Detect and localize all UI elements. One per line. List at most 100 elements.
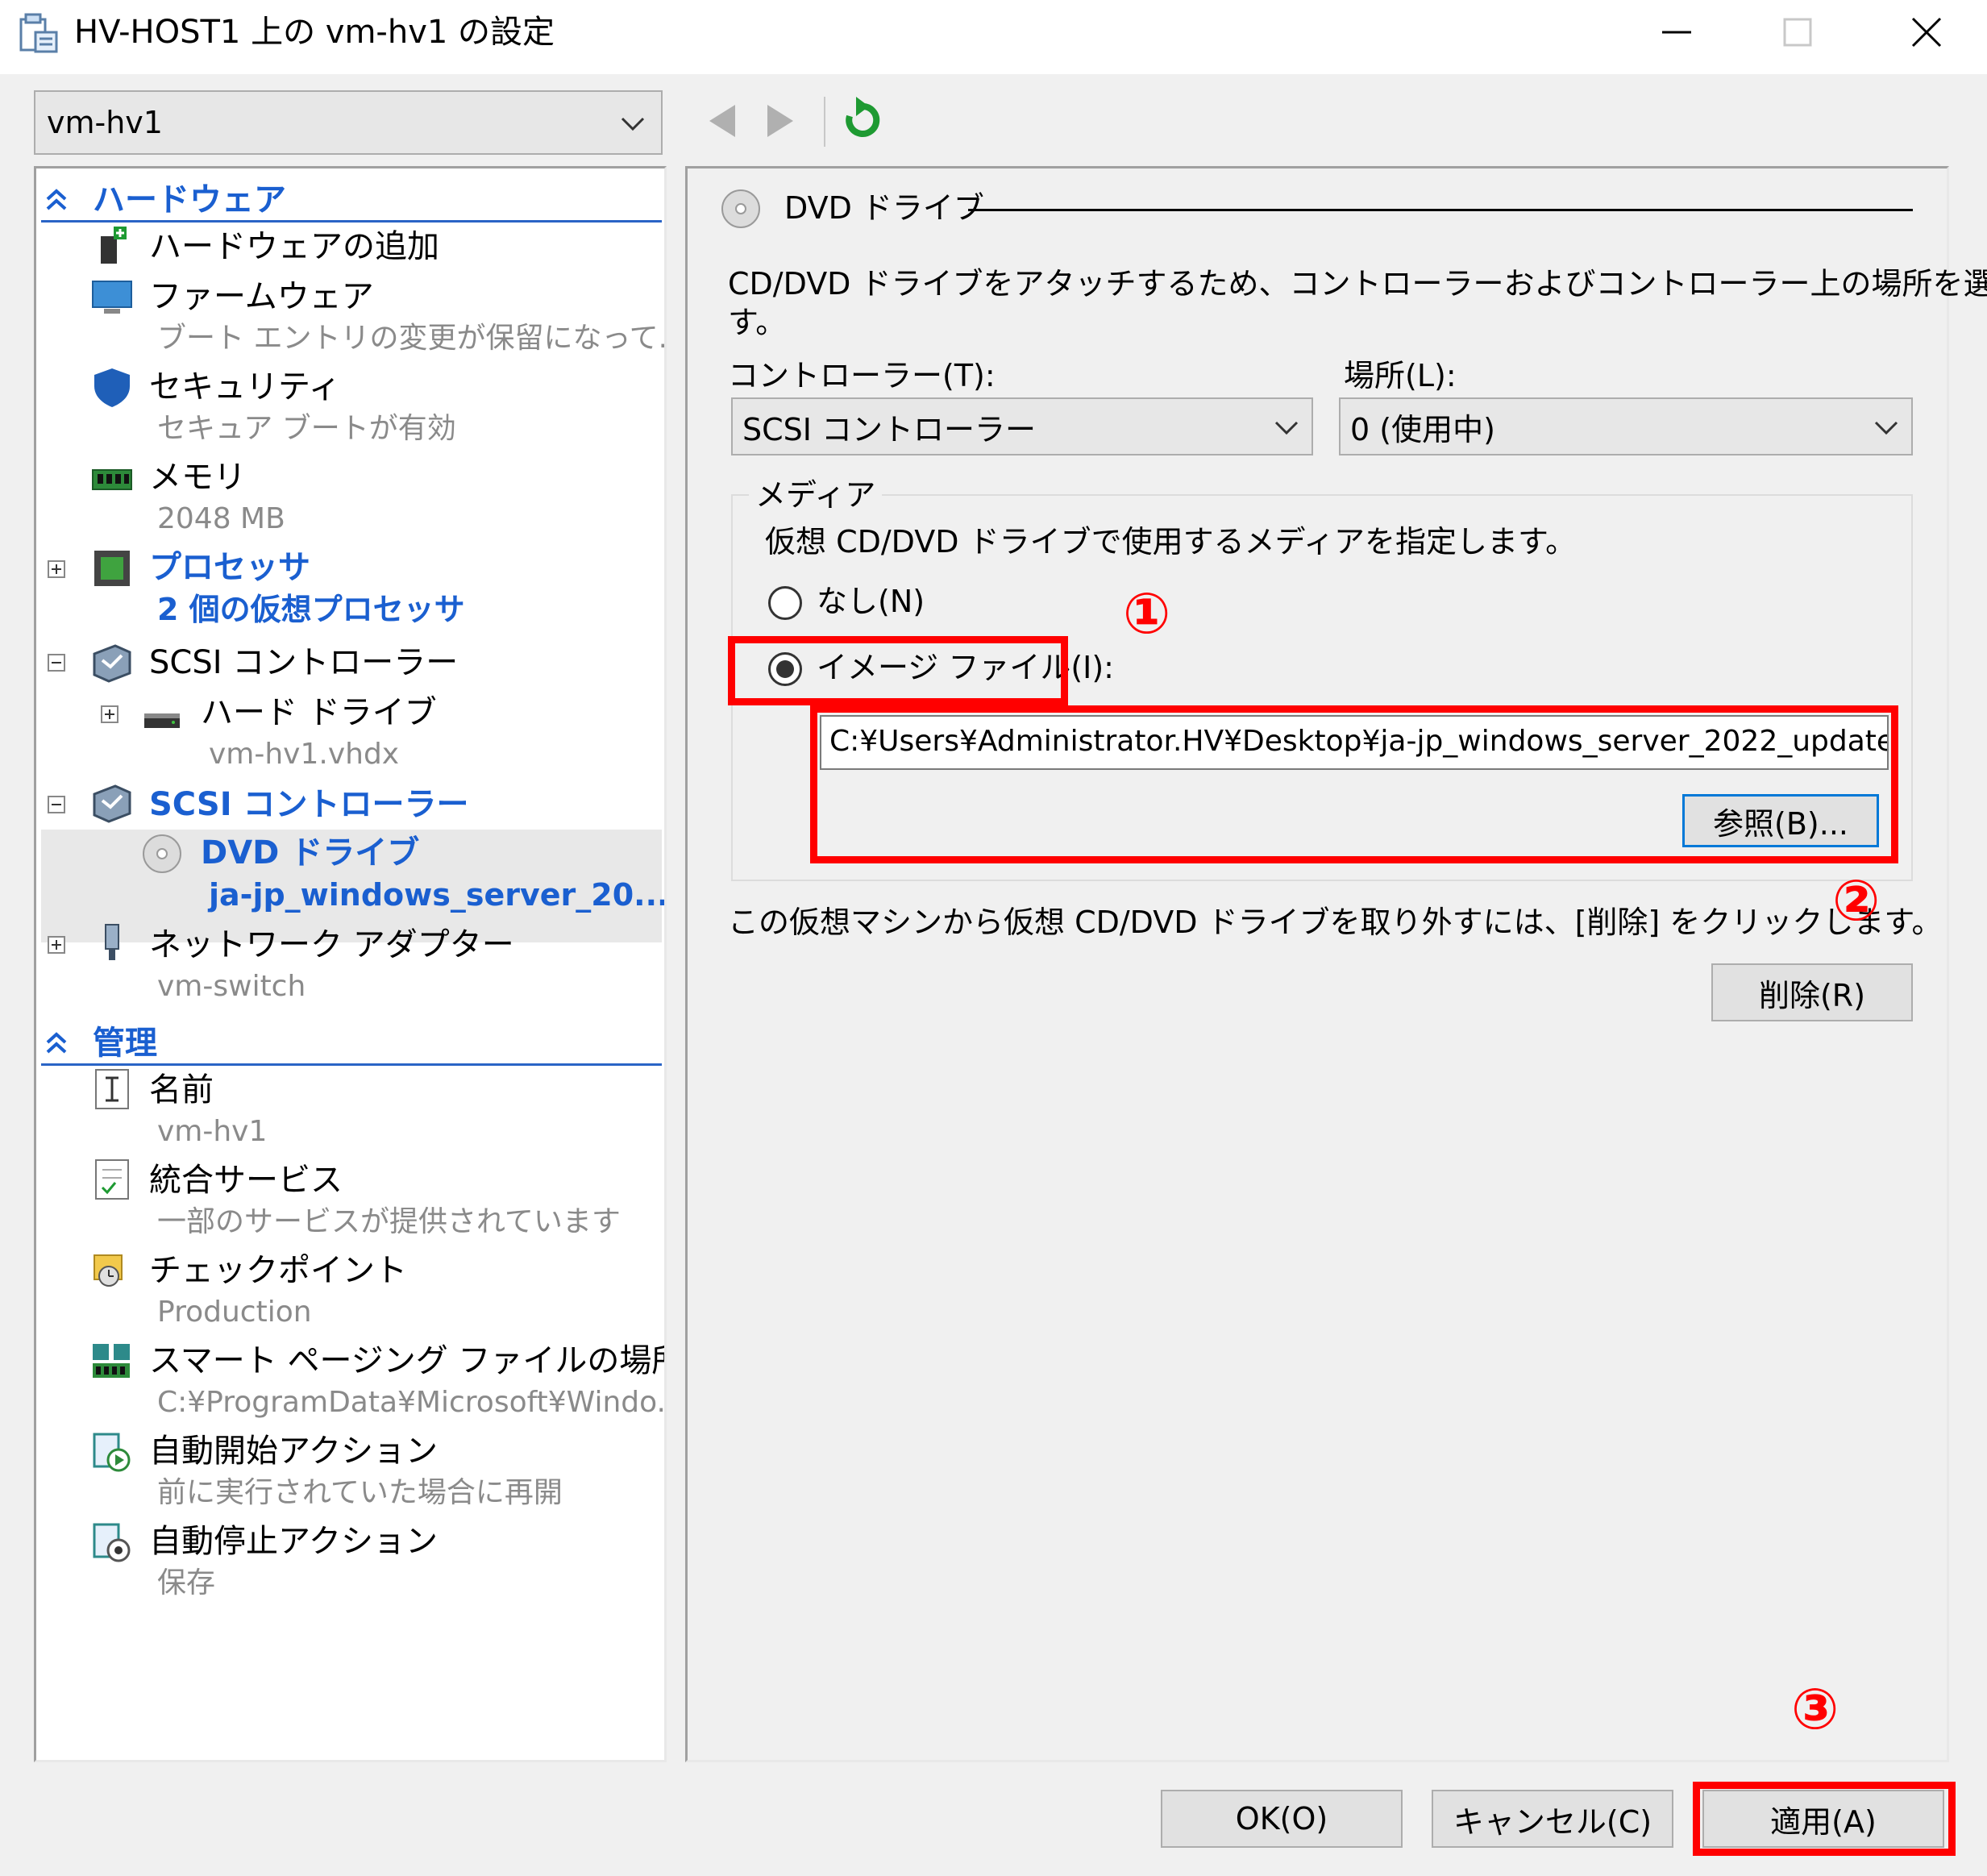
tree-item-processor[interactable]: プロセッサ xyxy=(149,547,310,588)
shield-icon xyxy=(94,368,130,407)
dvd-disc-icon xyxy=(721,189,760,228)
highlight-box-path-browse xyxy=(810,705,1898,863)
ok-button[interactable]: OK(O) xyxy=(1161,1790,1403,1848)
tree-item-memory-detail: 2048 MB xyxy=(157,502,285,535)
cancel-button[interactable]: キャンセル(C) xyxy=(1432,1790,1673,1848)
auto-start-icon xyxy=(93,1433,131,1472)
back-icon[interactable] xyxy=(703,97,738,145)
tree-item-hard-drive-detail: vm-hv1.vhdx xyxy=(209,738,400,771)
vm-selector-value: vm-hv1 xyxy=(47,105,163,140)
tree-item-auto-start[interactable]: 自動開始アクション xyxy=(149,1431,438,1471)
dvd-disc-icon xyxy=(143,834,181,873)
tree-item-hard-drive[interactable]: ハード ドライブ xyxy=(201,693,437,733)
vm-selector[interactable]: vm-hv1 xyxy=(34,90,663,155)
media-legend: メディア xyxy=(749,475,883,515)
tree-item-processor-detail: 2 個の仮想プロセッサ xyxy=(157,592,465,627)
close-button[interactable] xyxy=(1866,0,1987,64)
step-marker-2: ② xyxy=(1832,867,1881,934)
tree-item-smart-paging-detail: C:¥ProgramData¥Microsoft¥Windo... xyxy=(157,1386,667,1419)
section-header-hardware[interactable]: ハードウェア xyxy=(93,180,286,220)
chevron-down-icon xyxy=(621,117,645,131)
forward-icon[interactable] xyxy=(764,97,800,145)
firmware-icon xyxy=(92,281,132,314)
location-label: 場所(L): xyxy=(1344,358,1457,393)
settings-tree: ハードウェア ハードウェアの追加 ファームウェア ブート エントリの変更が保留に… xyxy=(34,166,667,1762)
tree-item-scsi-controller-2[interactable]: SCSI コントローラー xyxy=(149,784,469,825)
expand-network-icon[interactable] xyxy=(48,936,65,954)
minimize-button[interactable] xyxy=(1616,0,1737,64)
tree-item-integration-services-detail: 一部のサービスが提供されています xyxy=(157,1205,621,1238)
detail-panel: DVD ドライブ CD/DVD ドライブをアタッチするため、コントローラーおよび… xyxy=(685,166,1987,1762)
group-title-rule xyxy=(968,209,1913,211)
section-divider xyxy=(41,220,662,223)
auto-stop-icon xyxy=(93,1523,131,1562)
section-divider xyxy=(41,1063,662,1066)
controller-label: コントローラー(T): xyxy=(728,358,996,393)
window-title: HV-HOST1 上の vm-hv1 の設定 xyxy=(74,14,555,51)
step-marker-3: ③ xyxy=(1791,1676,1839,1742)
checkpoint-icon xyxy=(94,1254,123,1287)
location-dropdown-value: 0 (使用中) xyxy=(1350,411,1495,447)
refresh-icon[interactable] xyxy=(840,95,885,145)
tree-item-checkpoint-detail: Production xyxy=(157,1296,312,1329)
tree-item-auto-stop[interactable]: 自動停止アクション xyxy=(149,1521,438,1562)
remove-button[interactable]: 削除(R) xyxy=(1711,963,1913,1021)
remove-description: この仮想マシンから仮想 CD/DVD ドライブを取り外すには、[削除] をクリッ… xyxy=(728,905,1943,940)
tree-item-memory[interactable]: メモリ xyxy=(149,457,246,497)
expand-hard-drive-icon[interactable] xyxy=(101,705,118,723)
expand-processor-icon[interactable] xyxy=(48,560,65,578)
add-hardware-icon xyxy=(101,227,127,264)
tree-item-security-detail: セキュア ブートが有効 xyxy=(157,412,456,445)
tree-item-auto-start-detail: 前に実行されていた場合に再開 xyxy=(157,1476,563,1509)
network-adapter-icon xyxy=(105,924,119,960)
group-title: DVD ドライブ xyxy=(784,190,984,226)
controller-dropdown-value: SCSI コントローラー xyxy=(742,411,1037,447)
collapse-scsi1-icon[interactable] xyxy=(48,654,65,672)
section-header-management[interactable]: 管理 xyxy=(93,1023,157,1063)
maximize-icon xyxy=(1783,18,1812,47)
tree-item-checkpoint[interactable]: チェックポイント xyxy=(149,1250,407,1291)
description-line2: す。 xyxy=(728,305,787,340)
processor-icon xyxy=(94,551,130,586)
chevron-down-icon xyxy=(1274,421,1299,435)
tree-item-integration-services[interactable]: 統合サービス xyxy=(149,1160,343,1200)
tree-item-name-detail: vm-hv1 xyxy=(157,1115,268,1148)
description-line1: CD/DVD ドライブをアタッチするため、コントローラーおよびコントローラー上の… xyxy=(728,266,1987,302)
media-description: 仮想 CD/DVD ドライブで使用するメディアを指定します。 xyxy=(765,524,1577,559)
tree-item-dvd-drive[interactable]: DVD ドライブ xyxy=(201,833,419,873)
tree-item-network-adapter[interactable]: ネットワーク アダプター xyxy=(149,925,514,965)
tree-item-firmware-detail: ブート エントリの変更が保留になって... xyxy=(157,322,667,355)
controller-dropdown[interactable]: SCSI コントローラー xyxy=(731,397,1313,455)
chevron-down-icon xyxy=(1874,421,1898,435)
collapse-section-icon[interactable] xyxy=(43,1030,70,1057)
scsi-controller-icon xyxy=(93,644,131,683)
tree-item-firmware[interactable]: ファームウェア xyxy=(149,277,374,317)
step-marker-1: ① xyxy=(1123,580,1171,647)
radio-none[interactable] xyxy=(768,586,802,620)
radio-none-label[interactable]: なし(N) xyxy=(817,581,925,622)
tree-item-auto-stop-detail: 保存 xyxy=(157,1566,216,1599)
tree-item-name[interactable]: 名前 xyxy=(149,1070,214,1110)
highlight-box-image-file xyxy=(728,636,1068,705)
scsi-controller-icon xyxy=(93,784,131,823)
integration-services-icon xyxy=(95,1159,129,1200)
collapse-section-icon[interactable] xyxy=(43,186,70,214)
collapse-scsi2-icon[interactable] xyxy=(48,796,65,813)
close-icon xyxy=(1911,17,1942,48)
highlight-box-apply xyxy=(1693,1782,1956,1856)
name-icon xyxy=(95,1069,129,1109)
smart-paging-icon xyxy=(93,1344,130,1378)
minimize-icon xyxy=(1662,31,1691,34)
memory-icon xyxy=(92,469,132,490)
vm-settings-icon xyxy=(19,13,58,53)
tree-item-scsi-controller[interactable]: SCSI コントローラー xyxy=(149,643,458,683)
tree-item-security[interactable]: セキュリティ xyxy=(149,367,341,407)
toolbar-divider xyxy=(824,97,825,147)
tree-item-smart-paging[interactable]: スマート ページング ファイルの場所 xyxy=(149,1341,664,1381)
maximize-button[interactable] xyxy=(1737,0,1858,64)
tree-item-network-adapter-detail: vm-switch xyxy=(157,970,306,1003)
tree-item-add-hardware[interactable]: ハードウェアの追加 xyxy=(149,227,439,267)
tree-item-dvd-drive-detail: ja-jp_windows_server_20... xyxy=(209,877,667,913)
hard-drive-icon xyxy=(144,713,180,728)
location-dropdown[interactable]: 0 (使用中) xyxy=(1339,397,1913,455)
